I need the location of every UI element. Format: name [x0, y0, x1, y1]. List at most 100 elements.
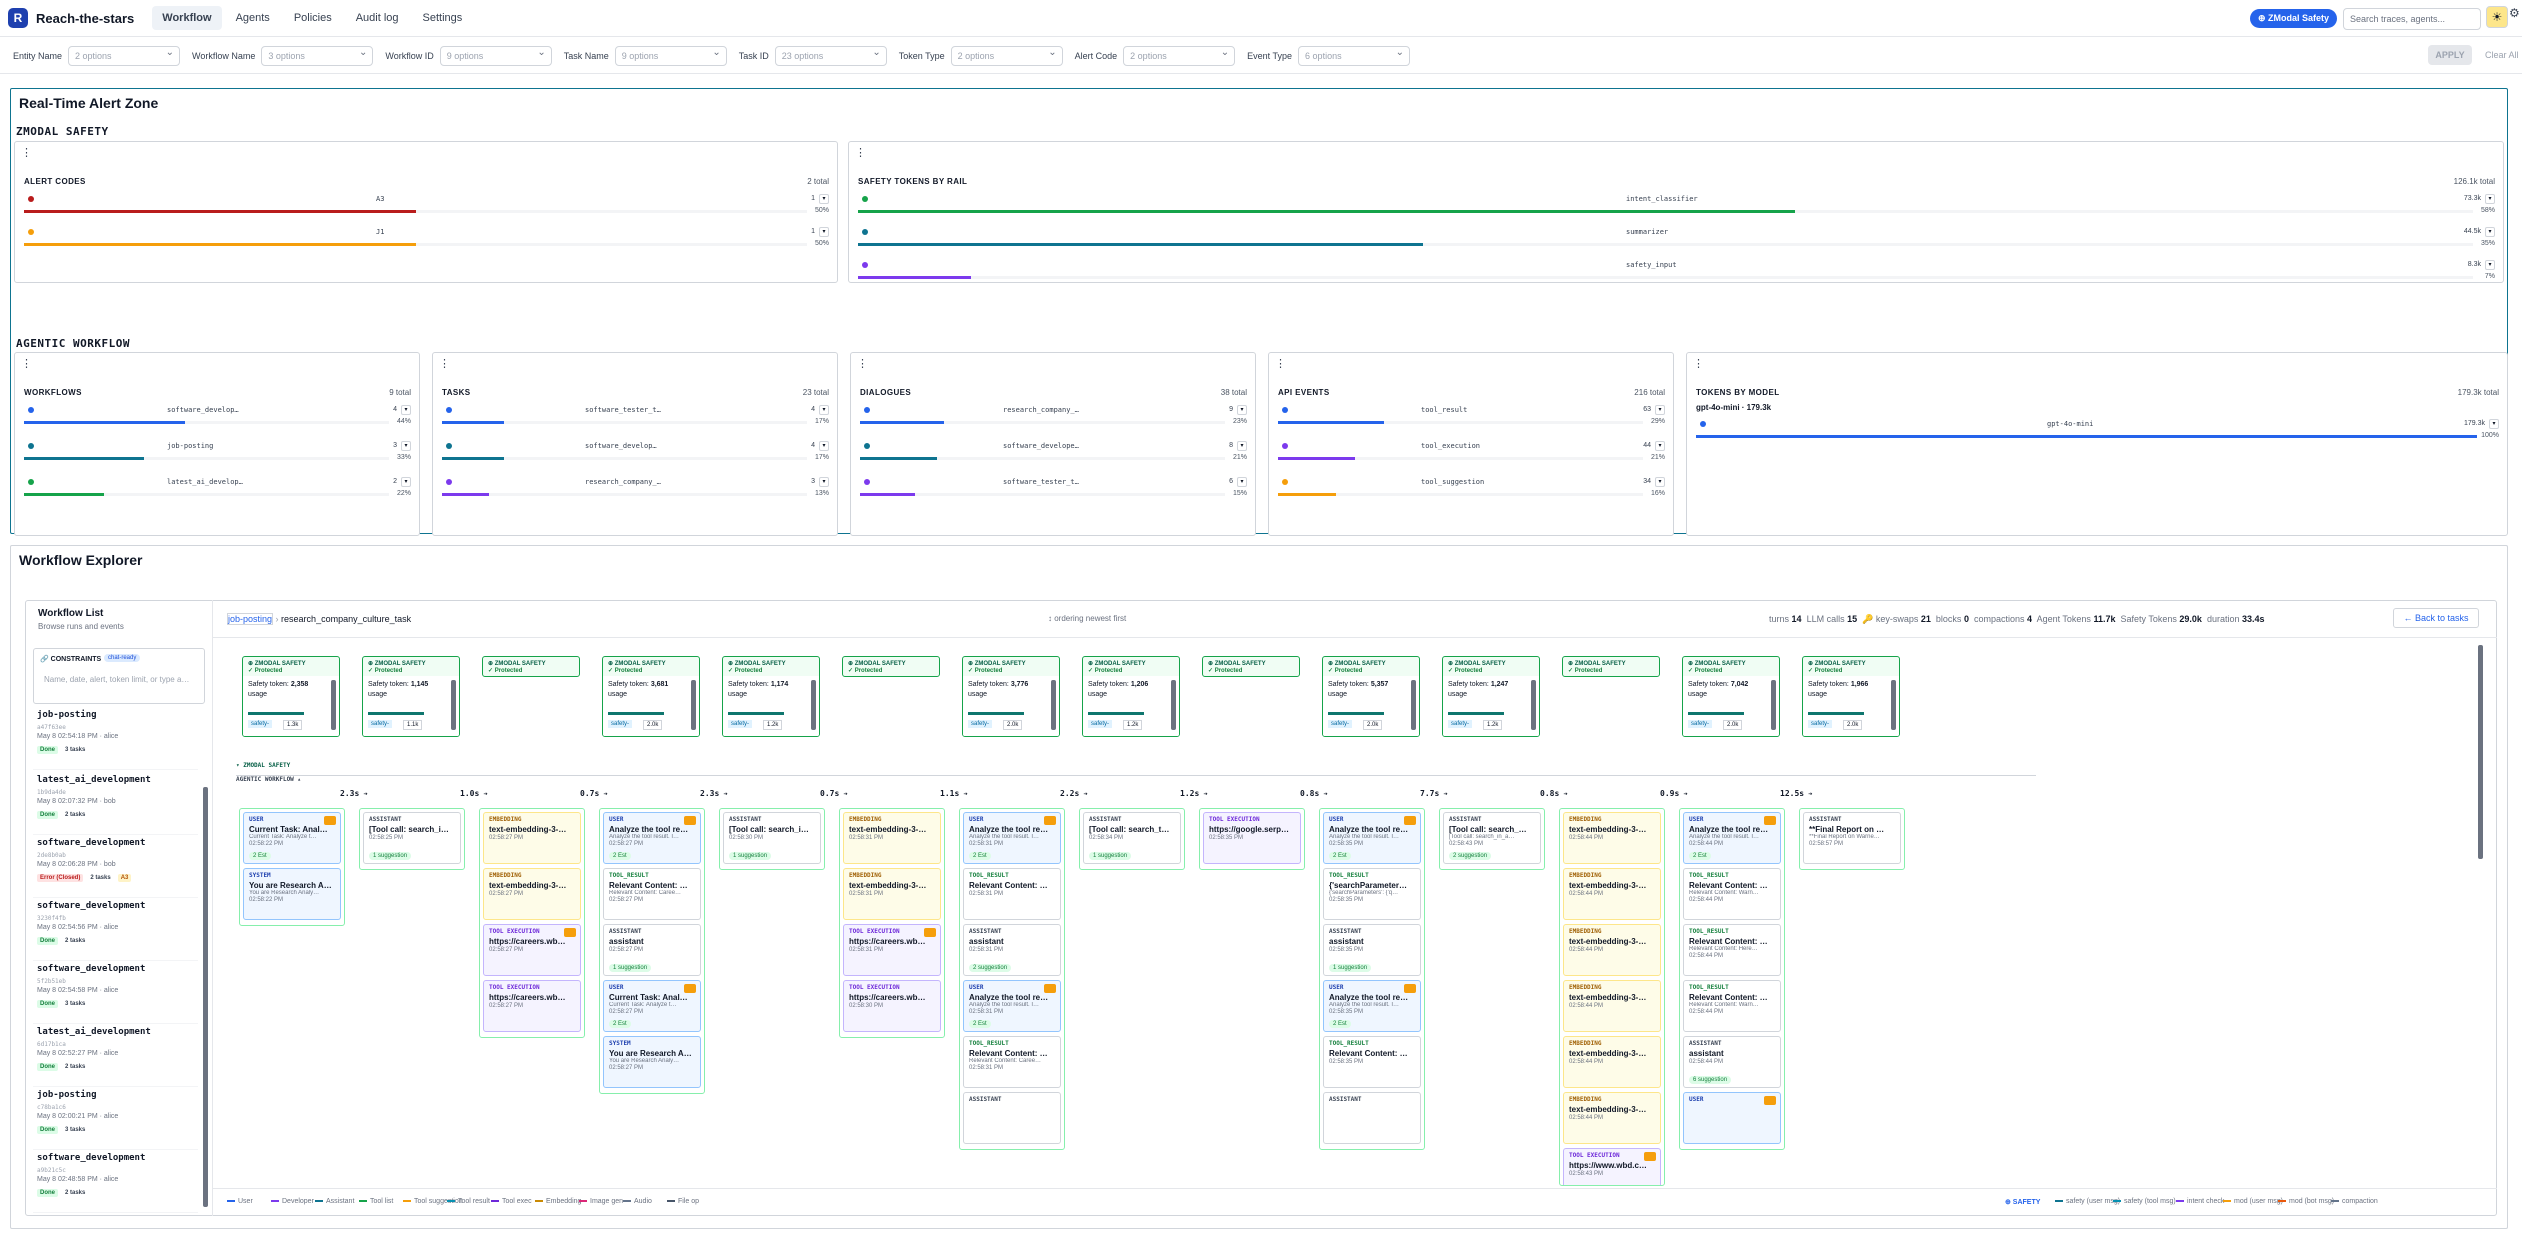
card-scrollbar[interactable] [1051, 680, 1056, 730]
card-scrollbar[interactable] [1771, 680, 1776, 730]
panel-menu-icon[interactable]: ⋮ [21, 357, 32, 370]
panel-menu-icon[interactable]: ⋮ [439, 357, 450, 370]
ordering-toggle[interactable]: ↕ ordering newest first [1048, 614, 1126, 623]
card-scrollbar[interactable] [1411, 680, 1416, 730]
bar-row[interactable]: safety_input 8.3k ▾ 7% [858, 260, 2495, 290]
nav-audit-log[interactable]: Audit log [346, 6, 409, 30]
bar-row[interactable]: latest_ai_develop… 2 ▾ 22% [24, 477, 411, 507]
filter-task-id[interactable]: 23 options [774, 45, 887, 66]
bar-row[interactable]: intent_classifier 73.3k ▾ 58% [858, 194, 2495, 224]
event-card[interactable]: ASSISTANT assistant 02:58:31 PM 2 suggestio… [963, 924, 1061, 976]
event-card[interactable]: USER Analyze the tool re… Analyze the tool… [963, 812, 1061, 864]
workflow-list-item[interactable]: software_development 3230f4fb May 8 02:54:… [33, 899, 198, 961]
bar-row[interactable]: software_develop… 4 ▾ 44% [24, 405, 411, 435]
event-card[interactable]: EMBEDDING text-embedding-3-… 02:58:44 PM [1563, 1036, 1661, 1088]
expand-chevron-icon[interactable]: ▾ [819, 477, 829, 487]
expand-chevron-icon[interactable]: ▾ [401, 441, 411, 451]
event-card[interactable]: ASSISTANT [Tool call: search_i… 02:58:30 P… [723, 812, 821, 864]
zmodal-safety-card[interactable]: ⊕ ZMODAL SAFETY ✓ Protected Safety token: … [1802, 656, 1900, 737]
filter-alert-code[interactable]: 2 options [1123, 45, 1236, 66]
event-card[interactable]: EMBEDDING text-embedding-3-… 02:58:44 PM [1563, 868, 1661, 920]
expand-chevron-icon[interactable]: ▾ [2485, 194, 2495, 204]
zmodal-safety-card[interactable]: ⊕ ZMODAL SAFETY ✓ Protected Safety token: … [962, 656, 1060, 737]
event-card[interactable]: USER Analyze the tool re… Analyze the tool… [963, 980, 1061, 1032]
expand-chevron-icon[interactable]: ▾ [1655, 477, 1665, 487]
event-card[interactable]: TOOL EXECUTION https://careers.wb… 02:58:2… [483, 980, 581, 1032]
event-card[interactable]: TOOL EXECUTION https://careers.wb… 02:58:3… [843, 924, 941, 976]
alert-flag-icon[interactable] [1764, 816, 1776, 825]
filter-entity-name[interactable]: 2 options [68, 45, 181, 66]
event-card[interactable]: USER Current Task: Anal… Current Task: Ana… [243, 812, 341, 864]
event-card[interactable]: EMBEDDING text-embedding-3-… 02:58:31 PM [843, 868, 941, 920]
zmodal-lane-label[interactable]: ▾ ZMODAL SAFETY [236, 762, 290, 769]
card-scrollbar[interactable] [1891, 680, 1896, 730]
alert-flag-icon[interactable] [564, 928, 576, 937]
zmodal-safety-card[interactable]: ⊕ ZMODAL SAFETY ✓ Protected Safety token: … [1082, 656, 1180, 737]
alert-flag-icon[interactable] [1404, 816, 1416, 825]
filter-token-type[interactable]: 2 options [950, 45, 1063, 66]
card-scrollbar[interactable] [1531, 680, 1536, 730]
zmodal-safety-card[interactable]: ⊕ ZMODAL SAFETY ✓ Protected [1202, 656, 1300, 677]
panel-menu-icon[interactable]: ⋮ [1693, 357, 1704, 370]
filter-workflow-id[interactable]: 9 options [439, 45, 552, 66]
bar-row[interactable]: tool_result 63 ▾ 29% [1278, 405, 1665, 435]
event-card[interactable]: EMBEDDING text-embedding-3-… 02:58:31 PM [843, 812, 941, 864]
card-scrollbar[interactable] [691, 680, 696, 730]
bar-row[interactable]: software_tester_t… 4 ▾ 17% [442, 405, 829, 435]
event-card[interactable]: EMBEDDING text-embedding-3-… 02:58:44 PM [1563, 980, 1661, 1032]
workflow-list-item[interactable]: software_development a9b21c5c May 8 02:48:… [33, 1151, 198, 1213]
event-card[interactable]: TOOL_RESULT Relevant Content: … Relevant C… [963, 1036, 1061, 1088]
event-card[interactable]: SYSTEM You are Research A… You are Researc… [243, 868, 341, 920]
agentic-lane-label[interactable]: AGENTIC WORKFLOW ▴ [236, 776, 301, 783]
zmodal-safety-card[interactable]: ⊕ ZMODAL SAFETY ✓ Protected Safety token: … [1442, 656, 1540, 737]
alert-flag-icon[interactable] [324, 816, 336, 825]
event-card[interactable]: ASSISTANT **Final Report on … **Final Repo… [1803, 812, 1901, 864]
workflow-list-item[interactable]: latest_ai_development 6d17b1ca May 8 02:52… [33, 1025, 198, 1087]
event-card[interactable]: ASSISTANT [Tool call: search_i… 02:58:25 P… [363, 812, 461, 864]
bar-row[interactable]: job-posting 3 ▾ 33% [24, 441, 411, 471]
bar-row[interactable]: research_company_… 3 ▾ 13% [442, 477, 829, 507]
filter-task-name[interactable]: 9 options [614, 45, 727, 66]
apply-button[interactable]: APPLY [2428, 45, 2472, 65]
event-card[interactable]: USER Analyze the tool re… Analyze the tool… [603, 812, 701, 864]
zmodal-safety-card[interactable]: ⊕ ZMODAL SAFETY ✓ Protected Safety token: … [722, 656, 820, 737]
event-card[interactable]: TOOL_RESULT Relevant Content: … Relevant C… [1683, 924, 1781, 976]
event-card[interactable]: TOOL_RESULT Relevant Content: … Relevant C… [1683, 868, 1781, 920]
list-scrollbar[interactable] [203, 787, 208, 1207]
zmodal-safety-card[interactable]: ⊕ ZMODAL SAFETY ✓ Protected Safety token: … [1682, 656, 1780, 737]
expand-chevron-icon[interactable]: ▾ [819, 405, 829, 415]
zmodal-safety-card[interactable]: ⊕ ZMODAL SAFETY ✓ Protected [482, 656, 580, 677]
expand-chevron-icon[interactable]: ▾ [1237, 441, 1247, 451]
breadcrumb-parent[interactable]: job-posting [227, 613, 274, 625]
event-card[interactable]: TOOL EXECUTION https://careers.wb… 02:58:2… [483, 924, 581, 976]
event-card[interactable]: USER Current Task: Anal… Current Task: Ana… [603, 980, 701, 1032]
filter-event-type[interactable]: 6 options [1298, 45, 1411, 66]
expand-chevron-icon[interactable]: ▾ [401, 405, 411, 415]
event-card[interactable]: EMBEDDING text-embedding-3-… 02:58:44 PM [1563, 812, 1661, 864]
expand-chevron-icon[interactable]: ▾ [819, 441, 829, 451]
expand-chevron-icon[interactable]: ▾ [2485, 260, 2495, 270]
event-card[interactable]: TOOL EXECUTION https://careers.wb… 02:58:3… [843, 980, 941, 1032]
bar-row[interactable]: tool_execution 44 ▾ 21% [1278, 441, 1665, 471]
bar-row[interactable]: software_develope… 8 ▾ 21% [860, 441, 1247, 471]
workflow-list-item[interactable]: latest_ai_development 1b9da4de May 8 02:07… [33, 773, 198, 835]
filter-workflow-name[interactable]: 3 options [261, 45, 374, 66]
event-card[interactable]: TOOL_RESULT Relevant Content: … Relevant C… [603, 868, 701, 920]
event-card[interactable]: TOOL_RESULT Relevant Content: … 02:58:35 P… [1323, 1036, 1421, 1088]
card-scrollbar[interactable] [451, 680, 456, 730]
zmodal-safety-card[interactable]: ⊕ ZMODAL SAFETY ✓ Protected Safety token: … [362, 656, 460, 737]
trace-scrollbar[interactable] [2478, 645, 2483, 859]
app-logo[interactable]: R [8, 8, 28, 28]
nav-settings[interactable]: Settings [413, 6, 473, 30]
event-card[interactable]: SYSTEM You are Research A… You are Researc… [603, 1036, 701, 1088]
zmodal-safety-card[interactable]: ⊕ ZMODAL SAFETY ✓ Protected [1562, 656, 1660, 677]
back-to-tasks-button[interactable]: ← Back to tasks [2393, 608, 2479, 628]
theme-toggle-icon[interactable]: ☀ [2486, 6, 2508, 28]
event-card[interactable]: EMBEDDING text-embedding-3-… 02:58:27 PM [483, 868, 581, 920]
event-card[interactable]: EMBEDDING text-embedding-3-… 02:58:27 PM [483, 812, 581, 864]
expand-chevron-icon[interactable]: ▾ [1237, 405, 1247, 415]
bar-row[interactable]: software_tester_t… 6 ▾ 15% [860, 477, 1247, 507]
bar-row[interactable]: gpt-4o-mini 179.3k ▾ 100% [1696, 419, 2499, 449]
event-card[interactable]: TOOL EXECUTION https://google.serp… 02:58:… [1203, 812, 1301, 864]
event-card[interactable]: EMBEDDING text-embedding-3-… 02:58:44 PM [1563, 1092, 1661, 1144]
